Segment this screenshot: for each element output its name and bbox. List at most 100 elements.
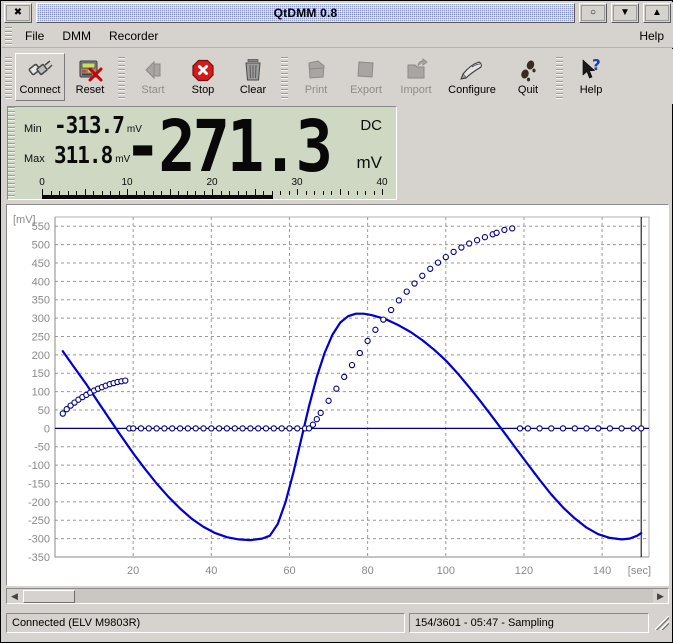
x-axis-tick-label: 60 bbox=[283, 565, 295, 577]
bargraph-tick bbox=[374, 191, 375, 195]
plot-canvas: [mV]550500450400350300250200150100500-50… bbox=[7, 205, 668, 585]
scroll-left-arrow-icon[interactable]: ◀ bbox=[7, 589, 22, 603]
y-axis-tick-label: -300 bbox=[28, 534, 50, 546]
x-axis-tick-label: 20 bbox=[127, 565, 139, 577]
configure-button[interactable]: Configure bbox=[441, 53, 503, 101]
toolbar: Connect Reset Start bbox=[2, 49, 673, 104]
toolbar-grip-2[interactable] bbox=[118, 55, 125, 99]
lcd-main-value: -271.3 bbox=[124, 111, 330, 182]
recorder-plot[interactable]: [mV]550500450400350300250200150100500-50… bbox=[6, 204, 669, 586]
scrollbar-thumb[interactable] bbox=[23, 590, 75, 603]
bargraph-tick bbox=[314, 191, 315, 195]
resize-grip-icon[interactable] bbox=[655, 616, 669, 630]
y-axis-tick-label: -200 bbox=[28, 497, 50, 509]
import-button[interactable]: Import bbox=[391, 53, 441, 101]
help-button[interactable]: ? Help bbox=[566, 53, 616, 101]
plot-frame bbox=[55, 217, 649, 557]
reset-button[interactable]: Reset bbox=[65, 53, 115, 101]
toolbar-grip-3[interactable] bbox=[281, 55, 288, 99]
plot-frame-top bbox=[55, 217, 649, 557]
svg-text:?: ? bbox=[592, 57, 601, 74]
menu-item-dmm[interactable]: DMM bbox=[54, 26, 99, 46]
close-icon: ✖ bbox=[6, 5, 30, 21]
y-axis-tick-label: -250 bbox=[28, 515, 50, 527]
stop-label: Stop bbox=[192, 85, 215, 96]
lcd-min-label: Min bbox=[24, 123, 54, 135]
x-axis-tick-label: 80 bbox=[362, 565, 374, 577]
export-label: Export bbox=[350, 85, 382, 96]
scrollbar-track[interactable] bbox=[75, 589, 653, 603]
data-series-markers bbox=[60, 226, 644, 431]
quit-button[interactable]: Quit bbox=[503, 53, 553, 101]
export-button[interactable]: Export bbox=[341, 53, 391, 101]
connect-button[interactable]: Connect bbox=[15, 53, 65, 101]
y-axis-tick-label: 0 bbox=[44, 423, 50, 435]
status-connection: Connected (ELV M9803R) bbox=[6, 613, 405, 633]
bargraph-tick-label: 0 bbox=[39, 177, 45, 188]
lcd-display[interactable]: Min -313.7 mV Max 311.8 mV -271.3 DC mV … bbox=[7, 106, 397, 200]
start-arrow-icon bbox=[140, 57, 166, 83]
close-button[interactable]: ✖ bbox=[4, 3, 32, 23]
y-axis-tick-label: -150 bbox=[28, 478, 50, 490]
lcd-unit: mV bbox=[357, 153, 383, 173]
bargraph-tick bbox=[365, 191, 366, 195]
bargraph-tick bbox=[348, 191, 349, 195]
lcd-max-row: Max 311.8 mV bbox=[24, 145, 130, 166]
menu-item-file[interactable]: File bbox=[17, 26, 52, 46]
qtdmm-window: ✖ QtDMM 0.8 ○ ▼ ▲ File DMM Recorder Help bbox=[0, 0, 673, 643]
wrench-icon bbox=[459, 57, 485, 83]
shade-button[interactable]: ○ bbox=[579, 3, 607, 23]
import-folder-icon bbox=[403, 57, 429, 83]
x-axis-tick-label: 140 bbox=[593, 565, 611, 577]
maximize-button[interactable]: ▲ bbox=[643, 3, 671, 23]
help-label: Help bbox=[580, 85, 603, 96]
stop-sign-icon bbox=[190, 57, 216, 83]
menu-item-help[interactable]: Help bbox=[631, 26, 672, 46]
stop-button[interactable]: Stop bbox=[178, 53, 228, 101]
lcd-max-value: 311.8 bbox=[54, 144, 112, 168]
window-title-bar[interactable]: QtDMM 0.8 bbox=[36, 3, 575, 23]
plot-scrollbar[interactable]: ◀ ▶ bbox=[6, 588, 669, 604]
clear-label: Clear bbox=[240, 85, 266, 96]
y-axis-tick-label: 200 bbox=[32, 350, 50, 362]
bargraph-tick bbox=[289, 191, 290, 195]
bargraph-tick bbox=[382, 189, 383, 195]
title-bar: ✖ QtDMM 0.8 ○ ▼ ▲ bbox=[2, 2, 673, 24]
lcd-max-label: Max bbox=[24, 153, 54, 165]
status-bar: Connected (ELV M9803R) 154/3601 - 05:47 … bbox=[6, 610, 669, 636]
shade-icon: ○ bbox=[581, 5, 605, 21]
toolbar-grip-4[interactable] bbox=[556, 55, 563, 99]
start-button[interactable]: Start bbox=[128, 53, 178, 101]
clear-button[interactable]: Clear bbox=[228, 53, 278, 101]
toolbar-grip[interactable] bbox=[5, 55, 12, 99]
footprints-icon bbox=[515, 57, 541, 83]
lcd-mode: DC bbox=[360, 117, 382, 134]
y-axis-tick-label: 250 bbox=[32, 331, 50, 343]
menu-item-recorder[interactable]: Recorder bbox=[101, 26, 166, 46]
bargraph-tick bbox=[280, 191, 281, 195]
chevron-down-icon: ▼ bbox=[613, 5, 637, 21]
bargraph-tick-label: 20 bbox=[206, 177, 217, 188]
y-axis-tick-label: 400 bbox=[32, 276, 50, 288]
y-axis-tick-label: 100 bbox=[32, 387, 50, 399]
bargraph-tick-label: 30 bbox=[291, 177, 302, 188]
start-label: Start bbox=[141, 85, 164, 96]
x-axis-tick-label: 40 bbox=[205, 565, 217, 577]
configure-label: Configure bbox=[448, 85, 496, 96]
menubar-grip[interactable] bbox=[5, 27, 12, 45]
quit-label: Quit bbox=[518, 85, 538, 96]
bargraph-tick bbox=[340, 189, 341, 195]
y-axis-tick-label: 550 bbox=[32, 221, 50, 233]
export-page-icon bbox=[353, 57, 379, 83]
scroll-right-arrow-icon[interactable]: ▶ bbox=[653, 589, 668, 603]
import-label: Import bbox=[400, 85, 431, 96]
bargraph-tick bbox=[357, 191, 358, 195]
window-buttons: ○ ▼ ▲ bbox=[577, 3, 673, 23]
y-axis-tick-label: 500 bbox=[32, 240, 50, 252]
bargraph-tick bbox=[331, 191, 332, 195]
y-axis-tick-label: 300 bbox=[32, 313, 50, 325]
bargraph-tick bbox=[297, 189, 298, 195]
connect-label: Connect bbox=[20, 85, 61, 96]
minimize-button[interactable]: ▼ bbox=[611, 3, 639, 23]
print-button[interactable]: Print bbox=[291, 53, 341, 101]
